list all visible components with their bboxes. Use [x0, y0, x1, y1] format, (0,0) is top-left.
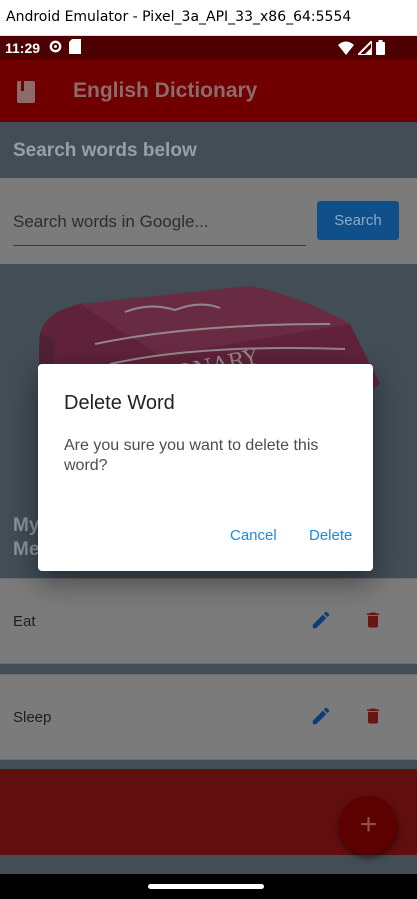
dialog-message: Are you sure you want to delete this wor… [64, 437, 319, 474]
app-screen: 11:29 English Dictionary Search words be… [0, 36, 417, 874]
dialog-title: Delete Word [64, 392, 175, 414]
emulator-window-title: Android Emulator - Pixel_3a_API_33_x86_6… [0, 0, 417, 36]
delete-word-dialog: Delete Word Are you sure you want to del… [38, 364, 373, 571]
cancel-button[interactable]: Cancel [230, 527, 277, 544]
gesture-handle[interactable] [148, 884, 264, 889]
device-frame: 11:29 English Dictionary Search words be… [0, 36, 417, 899]
delete-button[interactable]: Delete [309, 527, 352, 544]
system-nav-bar [0, 874, 417, 899]
